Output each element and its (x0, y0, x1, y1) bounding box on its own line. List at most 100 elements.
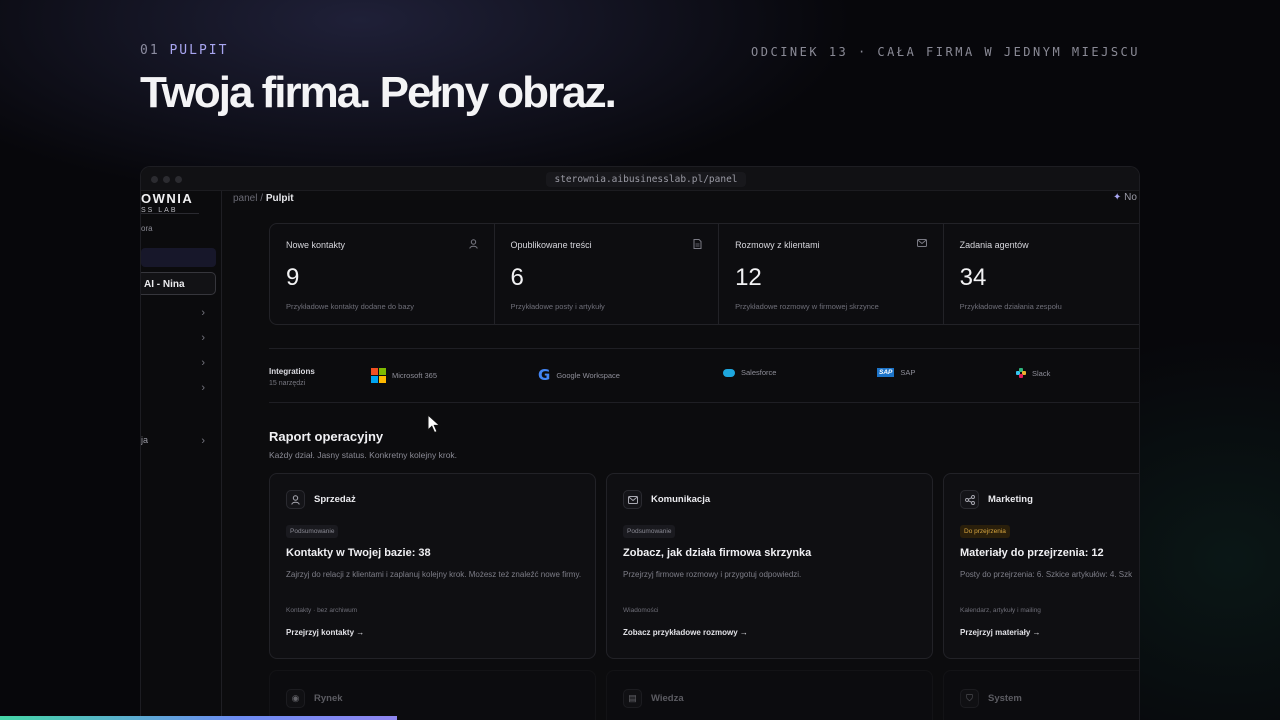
maximize-dot[interactable] (175, 176, 182, 183)
eyebrow-number: 01 (140, 43, 160, 58)
integration-name: Salesforce (741, 368, 777, 377)
progress-bar (0, 716, 1280, 720)
integration-name: Microsoft 365 (392, 371, 438, 380)
user-icon (286, 490, 305, 509)
stat-description: Przykładowe kontakty dodane do bazy (286, 302, 414, 311)
report-card-marketing[interactable]: Marketing Do przejrzenia Materiały do pr… (943, 473, 1139, 659)
card-header: ⛉ System (960, 689, 1022, 708)
review-contacts-link[interactable]: Przejrzyj kontakty → (286, 628, 364, 637)
integration-google[interactable]: G Google Workspace (538, 368, 620, 383)
integration-salesforce[interactable]: Salesforce (723, 368, 776, 377)
view-conversations-link[interactable]: Zobacz przykładowe rozmowy → (623, 628, 748, 637)
stat-card[interactable]: Zadania agentów 34 Przykładowe działania… (944, 224, 1139, 324)
sidebar-meta: ora (141, 224, 153, 233)
sidebar-item-active[interactable] (141, 248, 216, 267)
logo-text: OWNIA (141, 191, 194, 206)
minimize-dot[interactable] (163, 176, 170, 183)
user-icon (468, 239, 478, 252)
stat-value: 34 (959, 264, 987, 291)
new-button[interactable]: ✦ No (1113, 192, 1139, 203)
report-title: Raport operacyjny (269, 429, 384, 444)
mail-icon (623, 490, 642, 509)
sparkle-icon: ✦ (1113, 192, 1122, 203)
mail-icon (916, 239, 927, 250)
stat-label: Nowe kontakty (286, 240, 346, 250)
report-card-sales[interactable]: Sprzedaż Podsumowanie Kontakty w Twojej … (269, 473, 596, 659)
breadcrumb-parent[interactable]: panel (233, 193, 257, 204)
card-title: Kontakty w Twojej bazie: 38 (286, 547, 431, 559)
breadcrumb-current: Pulpit (265, 193, 294, 204)
card-description: Zajrzyj do relacji z klientami i zaplanu… (286, 570, 582, 579)
card-meta: Wiadomości (623, 607, 659, 614)
sap-logo-icon: SAP (877, 368, 895, 377)
agent-selector[interactable]: AI - Nina (141, 272, 216, 295)
stat-card[interactable]: Nowe kontakty 9 Przykładowe kontakty dod… (270, 224, 495, 324)
chevron-right-icon[interactable]: › (201, 332, 205, 344)
chevron-right-icon[interactable]: › (201, 357, 205, 369)
stat-value: 6 (510, 264, 524, 291)
card-header: ▤ Wiedza (623, 689, 684, 708)
stat-description: Przykładowe posty i artykuły (510, 302, 605, 311)
microsoft-logo-icon (371, 368, 386, 383)
headline: Twoja firma. Pełny obraz. (140, 68, 617, 117)
logo-divider (141, 213, 199, 214)
integration-sap[interactable]: SAP SAP (877, 368, 915, 377)
google-logo-icon: G (538, 366, 551, 384)
status-badge: Do przejrzenia (960, 525, 1010, 538)
report-card-knowledge[interactable]: ▤ Wiedza (606, 670, 933, 720)
review-materials-link[interactable]: Przejrzyj materiały → (960, 628, 1040, 637)
shield-icon: ⛉ (960, 689, 979, 708)
card-meta: Kalendarz, artykuły i mailing (960, 607, 1041, 614)
url-bar[interactable]: sterownia.aibusinesslab.pl/panel (546, 172, 746, 187)
sidebar-item-label[interactable]: ja (141, 435, 148, 445)
status-badge: Podsumowanie (286, 525, 339, 538)
chevron-right-icon[interactable]: › (201, 382, 205, 394)
card-meta: Kontakty · bez archiwum (286, 607, 358, 614)
document-icon (693, 239, 702, 252)
card-name: System (988, 693, 1022, 704)
card-header: Sprzedaż (286, 490, 356, 509)
integration-name: Google Workspace (556, 371, 620, 380)
integration-name: Slack (1032, 368, 1051, 378)
report-card-system[interactable]: ⛉ System (943, 670, 1139, 720)
integration-slack[interactable]: Slack (1016, 368, 1050, 378)
chevron-right-icon[interactable]: › (201, 435, 205, 447)
stat-label: Zadania agentów (959, 240, 1029, 250)
stat-description: Przykładowe rozmowy w firmowej skrzynce (735, 302, 879, 311)
salesforce-logo-icon (723, 368, 735, 377)
close-dot[interactable] (151, 176, 158, 183)
card-name: Sprzedaż (314, 494, 356, 505)
card-title: Materiały do przejrzenia: 12 (960, 547, 1104, 559)
card-name: Marketing (988, 494, 1033, 505)
card-name: Rynek (314, 693, 343, 704)
report-card-market[interactable]: ◉ Rynek (269, 670, 596, 720)
card-title: Zobacz, jak działa firmowa skrzynka (623, 547, 812, 559)
card-name: Wiedza (651, 693, 684, 704)
slack-logo-icon (1016, 368, 1026, 378)
status-badge: Podsumowanie (623, 525, 676, 538)
document-icon: ▤ (623, 689, 642, 708)
new-button-label: No (1124, 192, 1137, 203)
integrations-count: 15 narzędzi (269, 380, 306, 387)
progress-fill (0, 716, 397, 720)
stats-panel: Nowe kontakty 9 Przykładowe kontakty dod… (269, 223, 1139, 325)
integration-name: SAP (900, 368, 916, 377)
integrations-bar: Integrations 15 narzędzi Microsoft 365 G… (269, 348, 1139, 403)
integration-microsoft[interactable]: Microsoft 365 (371, 368, 437, 383)
breadcrumb: panel / Pulpit (233, 193, 294, 204)
report-subtitle: Każdy dział. Jasny status. Konkretny kol… (269, 450, 458, 460)
report-card-communication[interactable]: Komunikacja Podsumowanie Zobacz, jak dzi… (606, 473, 933, 659)
eye-icon: ◉ (286, 689, 305, 708)
sidebar: OWNIA SS LAB ora AI - Nina › › › › ja › (141, 191, 222, 720)
stat-label: Rozmowy z klientami (735, 240, 820, 250)
card-name: Komunikacja (651, 494, 711, 505)
chevron-right-icon[interactable]: › (201, 307, 205, 319)
stat-card[interactable]: Rozmowy z klientami 12 Przykładowe rozmo… (719, 224, 944, 324)
episode-label: ODCINEK 13 · CAŁA FIRMA W JEDNYM MIEJSCU (751, 45, 1140, 59)
mouse-cursor-icon (427, 413, 441, 439)
eyebrow: 01 PULPIT (140, 43, 228, 58)
stat-value: 12 (735, 264, 762, 291)
card-header: Komunikacja (623, 490, 710, 509)
eyebrow-label: PULPIT (169, 43, 229, 58)
stat-card[interactable]: Opublikowane treści 6 Przykładowe posty … (495, 224, 720, 324)
